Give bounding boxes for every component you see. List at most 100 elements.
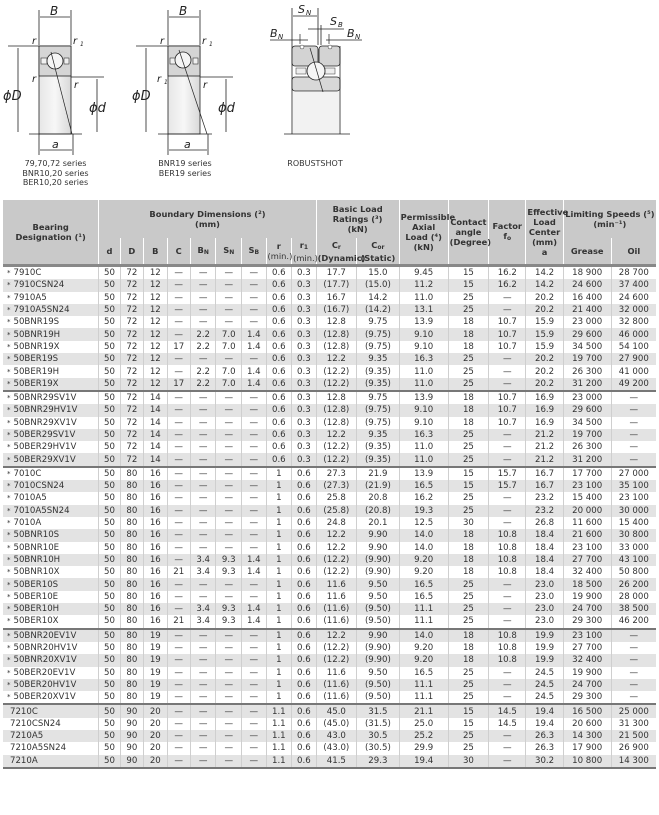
cell-sb: —	[241, 691, 267, 706]
cell-sn: —	[215, 279, 242, 292]
cell-b: 12	[143, 365, 167, 378]
cell-oil: 24 600	[610, 291, 656, 304]
cell-sn: —	[215, 742, 242, 755]
bearing-designation: * 50BNR29SV1V	[3, 391, 99, 404]
table-row: * 50BNR10X 50 80 16 21 3.4 9.3 1.4 1 0.6 (12.2) (9.9…	[3, 566, 656, 579]
cell-sb: —	[241, 353, 267, 366]
cell-c: —	[166, 279, 191, 292]
cell-c: —	[166, 590, 191, 604]
cell-a: 23.0	[525, 615, 564, 630]
cell-c: —	[166, 691, 191, 706]
cell-sb: —	[241, 466, 267, 481]
cell-d: 72	[119, 265, 144, 280]
cell-r1: 0.3	[291, 441, 317, 454]
cell-axial: 11.0	[398, 377, 449, 392]
cell-oil: 31 300	[610, 717, 656, 730]
cell-fo: —	[488, 453, 526, 468]
designation-text: 50BER20XV1V	[13, 692, 76, 703]
cell-a: 26.3	[525, 729, 564, 743]
table-row: * 50BNR19X 50 72 12 17 2.2 7.0 1.4 0.6 0.3 (12.8) (9…	[3, 340, 656, 354]
cell-sn: —	[215, 390, 242, 405]
cell-fo: —	[488, 666, 526, 679]
table-row: * 7010CSN24 50 80 16— — — —1 0.6 (27.3) (21.9) 16.5…	[3, 480, 656, 493]
cell-sn: —	[215, 666, 242, 679]
cell-b: 14	[143, 453, 167, 468]
cell-b: 20	[143, 754, 167, 769]
bearing-designation: * 50BNR19S	[3, 316, 99, 328]
cell-a: 18.4	[525, 566, 564, 579]
cell-axial: 14.0	[398, 529, 449, 542]
cell-bn: —	[189, 279, 216, 292]
designation-text: 50BER10S	[13, 579, 59, 590]
table-row: * 50BNR29HV1V 50 72 14— — — —0.6 0.3 (12.8) (9.75)…	[3, 404, 656, 417]
cell-oil: —	[610, 441, 656, 454]
cell-sn: —	[215, 691, 242, 706]
cell-r: 0.6	[265, 404, 292, 417]
asterisk-marker: *	[7, 580, 11, 589]
cell-r1: 0.6	[291, 553, 317, 567]
cell-sb: —	[241, 628, 267, 642]
cell-angle: 18	[447, 529, 489, 542]
cell-sb: —	[241, 303, 267, 317]
asterisk-marker: *	[7, 469, 11, 478]
cell-r: 1	[265, 654, 292, 667]
cell-sb: 1.4	[241, 615, 267, 630]
header-factor: Factor fo	[488, 200, 526, 266]
cell-sb: —	[241, 742, 267, 755]
cell-fo: 10.7	[488, 328, 526, 341]
cell-sn: —	[215, 404, 242, 417]
cell-oil: 46 000	[610, 328, 656, 341]
cell-fo: —	[488, 365, 526, 378]
cell-a: 21.2	[525, 428, 564, 442]
header-limiting-speeds: Limiting Speeds (⁵) (min⁻¹)	[562, 200, 656, 238]
cell-sn: —	[215, 516, 242, 530]
bearing-designation: * 7010A5SN24	[3, 504, 99, 517]
cell-bn: —	[189, 441, 216, 454]
cell-cor: 9.75	[356, 390, 400, 405]
bearing-designation: * 7910A5SN24	[3, 303, 99, 317]
cell-a: 30.2	[525, 754, 564, 769]
cell-angle: 18	[447, 553, 489, 567]
bearing-designation: * 50BER29HV1V	[3, 441, 99, 453]
cell-oil: 23 100	[610, 492, 656, 505]
cell-r1: 0.6	[291, 704, 317, 718]
designation-text: 50BER29XV1V	[13, 454, 76, 465]
cell-r: 0.6	[265, 416, 292, 429]
cell-axial: 14.0	[398, 628, 449, 642]
cell-fo: 16.2	[488, 279, 526, 292]
asterisk-marker: *	[7, 543, 11, 552]
asterisk-marker: *	[7, 592, 11, 601]
cell-oil: 33 000	[610, 541, 656, 554]
cell-bn: —	[189, 590, 216, 604]
cell-oil: —	[610, 641, 656, 655]
cell-cor: (31.5)	[356, 717, 400, 730]
table-row: * 7910A5SN24 50 72 12— — — —0.6 0.3 (16.7) (14.2) 1…	[3, 303, 656, 317]
cell-oil: 30 800	[610, 529, 656, 542]
cell-r: 0.6	[265, 353, 292, 366]
cell-sn: —	[215, 316, 242, 329]
cell-oil: 38 500	[610, 603, 656, 616]
cell-d: 50	[98, 303, 121, 317]
cell-bn: —	[189, 480, 216, 493]
asterisk-marker: *	[7, 418, 11, 427]
cell-cr: 16.7	[315, 291, 357, 304]
cell-fo: —	[488, 303, 526, 317]
cell-grease: 19 700	[562, 428, 612, 442]
cell-r: 0.6	[265, 441, 292, 454]
label-r1: r	[73, 36, 78, 47]
cell-r1: 0.6	[291, 466, 317, 481]
cell-cr: (12.2)	[315, 553, 357, 567]
cell-b: 14	[143, 416, 167, 429]
cell-grease: 15 400	[562, 492, 612, 505]
cell-bn: —	[189, 291, 216, 304]
cell-fo: 10.8	[488, 566, 526, 579]
header-SB: SB	[241, 238, 267, 266]
cell-cr: (12.8)	[315, 328, 357, 341]
cell-cor: 9.90	[356, 529, 400, 542]
cell-grease: 18 500	[562, 578, 612, 591]
cell-grease: 23 000	[562, 316, 612, 329]
cell-grease: 14 300	[562, 729, 612, 743]
bearing-designation: * 50BNR20EV1V	[3, 628, 99, 642]
cell-sn: —	[215, 265, 242, 280]
cell-fo: 10.8	[488, 628, 526, 642]
